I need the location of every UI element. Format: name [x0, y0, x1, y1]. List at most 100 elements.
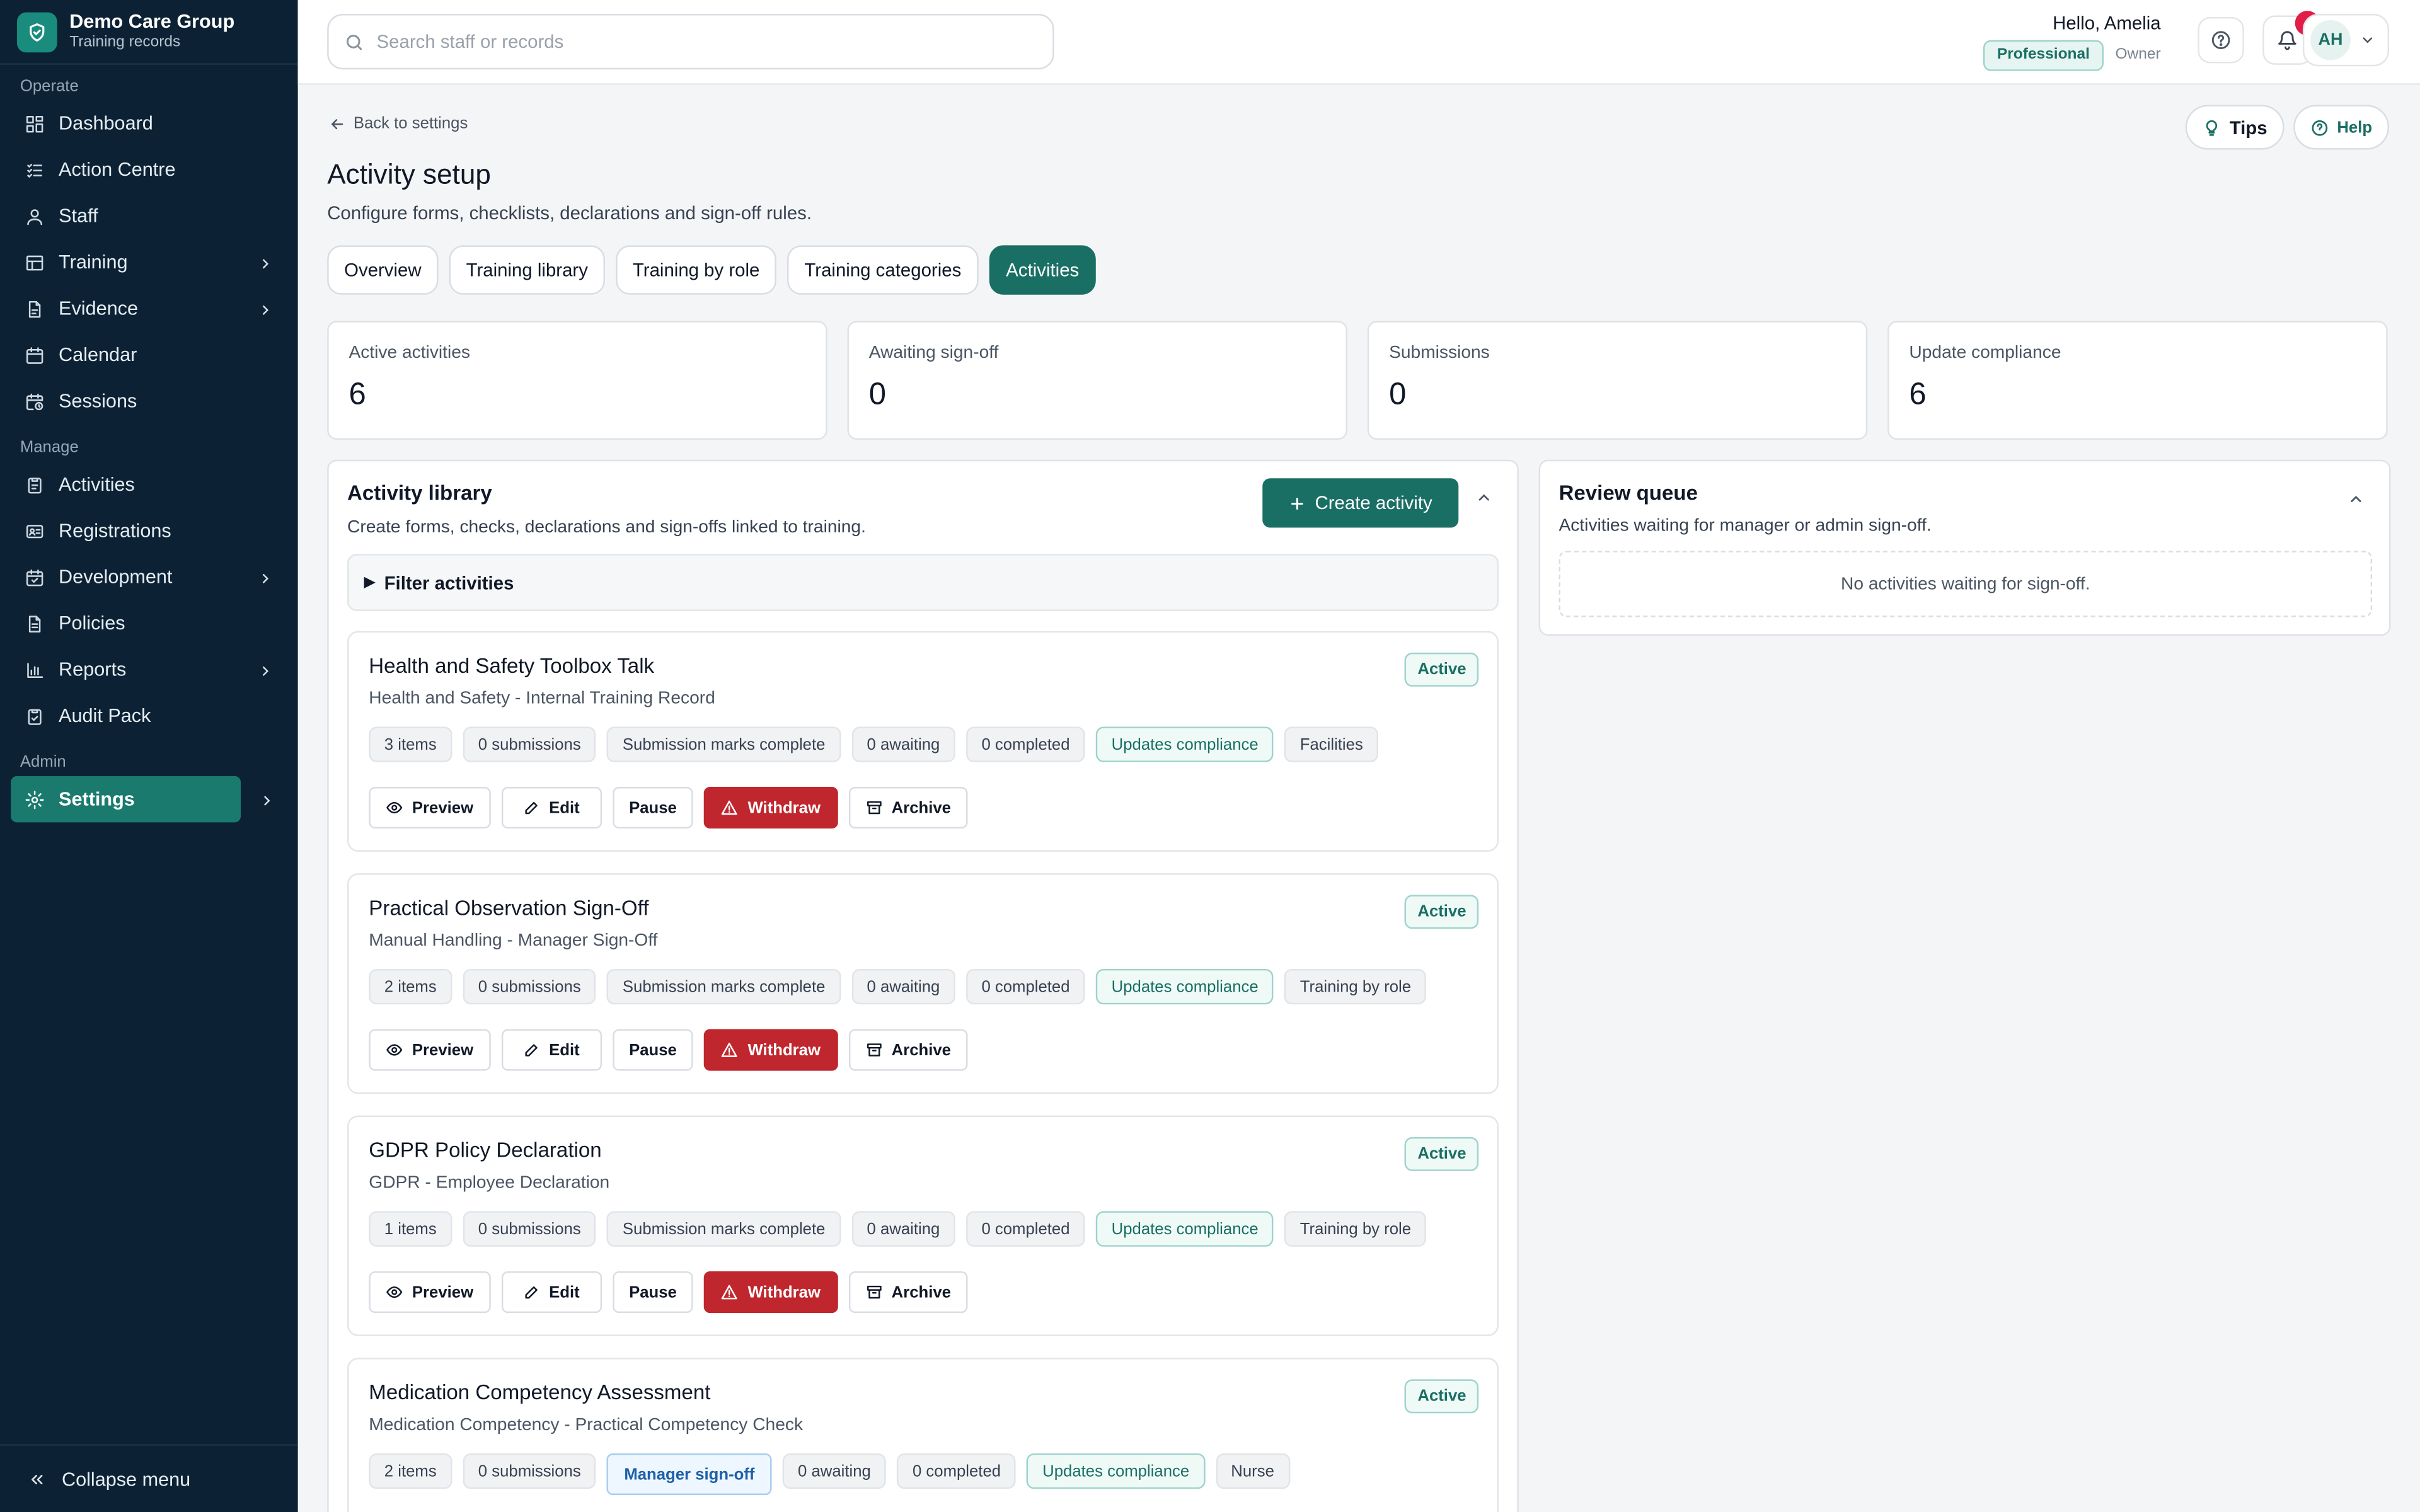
collapse-menu-button[interactable]: Collapse menu — [0, 1444, 298, 1512]
sidebar-item-sessions[interactable]: Sessions — [0, 378, 298, 424]
archive-button[interactable]: Archive — [848, 1029, 968, 1071]
tab-training-library[interactable]: Training library — [449, 245, 605, 295]
tab-activities[interactable]: Activities — [989, 245, 1097, 295]
search-input[interactable]: Search staff or records — [327, 14, 1054, 70]
sidebar-item-audit-pack[interactable]: Audit Pack — [0, 693, 298, 739]
activity-chip: 0 awaiting — [782, 1453, 887, 1489]
sidebar-item-registrations[interactable]: Registrations — [0, 508, 298, 554]
archive-icon — [865, 1284, 882, 1301]
search-placeholder: Search staff or records — [376, 30, 564, 53]
activity-subtitle: Manual Handling - Manager Sign-Off — [369, 932, 658, 951]
stat-card: Awaiting sign-off 0 — [847, 321, 1347, 440]
triangle-right-icon: ▶ — [364, 574, 375, 590]
brand[interactable]: Demo Care Group Training records — [0, 0, 298, 65]
id-card-icon — [25, 521, 45, 541]
filter-label: Filter activities — [384, 571, 514, 593]
sidebar-section-label: Admin — [20, 753, 66, 772]
sidebar-item-reports[interactable]: Reports — [0, 646, 298, 692]
tab-overview[interactable]: Overview — [327, 245, 439, 295]
arrow-left-icon — [329, 115, 346, 132]
profile-menu-button[interactable]: AH — [2302, 14, 2390, 67]
clipboard-icon — [25, 474, 45, 495]
activity-chip: 2 items — [369, 1453, 452, 1489]
sidebar-item-settings[interactable]: Settings — [11, 776, 270, 823]
archive-label: Archive — [891, 1283, 952, 1302]
activity-card: Practical Observation Sign-Off Manual Han… — [347, 873, 1499, 1094]
tab-training-categories[interactable]: Training categories — [787, 245, 979, 295]
pause-label: Pause — [629, 1040, 677, 1060]
pause-label: Pause — [629, 798, 677, 817]
stat-label: Awaiting sign-off — [868, 344, 999, 363]
chevron-up-icon[interactable] — [2348, 491, 2365, 508]
archive-icon — [865, 799, 882, 816]
role-label: Owner — [2115, 46, 2161, 64]
sidebar-item-label: Activities — [59, 473, 135, 496]
sidebar-item-policies[interactable]: Policies — [0, 600, 298, 646]
back-to-settings-link[interactable]: Back to settings — [329, 114, 468, 133]
preview-button[interactable]: Preview — [369, 1029, 491, 1071]
sidebar-item-training[interactable]: Training — [0, 239, 298, 285]
chevron-down-icon — [2360, 32, 2375, 47]
pause-button[interactable]: Pause — [612, 1029, 694, 1071]
sidebar-item-label: Dashboard — [59, 112, 153, 135]
edit-label: Edit — [549, 798, 580, 817]
activity-chip: 0 submissions — [463, 968, 597, 1005]
sidebar-item-development[interactable]: Development — [0, 554, 298, 600]
sidebar-item-evidence[interactable]: Evidence — [0, 285, 298, 331]
sidebar-item-label: Action Centre — [59, 159, 176, 181]
tips-label: Tips — [2229, 116, 2267, 139]
activity-chip: Submission marks complete — [607, 726, 841, 762]
activity-actions: Preview Edit Pause Withdraw Archive — [369, 1029, 968, 1071]
chevron-up-icon[interactable] — [1475, 489, 1492, 506]
review-queue-empty: No activities waiting for sign-off. — [1559, 551, 2373, 617]
back-label: Back to settings — [353, 114, 468, 133]
activity-chip: 0 submissions — [463, 726, 597, 762]
pause-button[interactable]: Pause — [612, 1271, 694, 1314]
page-title: Activity setup — [327, 159, 491, 190]
help-circle-button[interactable] — [2198, 16, 2244, 64]
library-subtitle: Create forms, checks, declarations and s… — [347, 518, 866, 537]
activity-chip: Training by role — [1284, 968, 1427, 1005]
stat-card: Active activities 6 — [327, 321, 827, 440]
activity-chip: 0 completed — [965, 1211, 1086, 1247]
clipboard-check-icon — [25, 706, 45, 726]
preview-button[interactable]: Preview — [369, 786, 491, 829]
activity-card: Health and Safety Toolbox Talk Health and… — [347, 631, 1499, 852]
activity-title: Practical Observation Sign-Off — [369, 896, 649, 920]
dashboard-icon — [25, 113, 45, 134]
plus-icon — [1289, 495, 1306, 512]
withdraw-button[interactable]: Withdraw — [704, 1271, 838, 1314]
archive-button[interactable]: Archive — [848, 786, 968, 829]
sidebar-item-action-centre[interactable]: Action Centre — [0, 147, 298, 193]
sidebar-item-staff[interactable]: Staff — [0, 193, 298, 239]
edit-button[interactable]: Edit — [501, 786, 602, 829]
help-button[interactable]: Help — [2293, 105, 2390, 150]
create-activity-button[interactable]: Create activity — [1262, 478, 1459, 528]
bar-chart-icon — [25, 660, 45, 680]
stat-card: Submissions 0 — [1367, 321, 1868, 440]
preview-button[interactable]: Preview — [369, 1271, 491, 1314]
archive-button[interactable]: Archive — [848, 1271, 968, 1314]
sidebar-item-calendar[interactable]: Calendar — [0, 332, 298, 378]
pause-button[interactable]: Pause — [612, 786, 694, 829]
tips-button[interactable]: Tips — [2184, 105, 2285, 150]
withdraw-label: Withdraw — [747, 1283, 821, 1302]
activity-chip: Submission marks complete — [607, 968, 841, 1005]
tab-training-by-role[interactable]: Training by role — [615, 245, 777, 295]
shield-logo-icon — [16, 11, 57, 52]
withdraw-button[interactable]: Withdraw — [704, 1029, 838, 1071]
review-queue-panel: Review queue Activities waiting for mana… — [1538, 459, 2391, 636]
sidebar-item-dashboard[interactable]: Dashboard — [0, 100, 298, 146]
create-activity-label: Create activity — [1315, 492, 1432, 514]
sidebar-item-activities[interactable]: Activities — [0, 461, 298, 507]
edit-button[interactable]: Edit — [501, 1271, 602, 1314]
filter-activities-toggle[interactable]: ▶ Filter activities — [347, 554, 1499, 611]
edit-button[interactable]: Edit — [501, 1029, 602, 1071]
activity-chip: Nurse — [1215, 1453, 1290, 1489]
status-badge: Active — [1405, 1137, 1479, 1171]
withdraw-button[interactable]: Withdraw — [704, 786, 838, 829]
pencil-icon — [522, 1041, 539, 1058]
stat-value: 0 — [1389, 378, 1407, 412]
sidebar-item-label: Policies — [59, 612, 125, 634]
activity-chip: Manager sign-off — [607, 1453, 772, 1496]
